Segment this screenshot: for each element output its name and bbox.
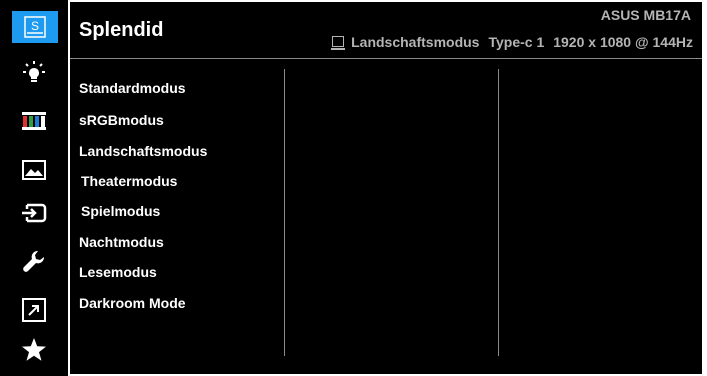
status-resolution: 1920 x 1080 @ 144Hz <box>553 34 693 50</box>
wrench-icon <box>23 250 45 272</box>
splendid-icon: S <box>24 16 46 38</box>
menu-item-spielmodus[interactable]: Spielmodus <box>81 203 160 219</box>
sidebar-item-color[interactable] <box>10 104 58 138</box>
main-panel: Splendid ASUS MB17A Landschaftsmodus Typ… <box>70 2 702 374</box>
color-bars-icon <box>22 112 46 130</box>
page-title: Splendid <box>79 19 164 41</box>
input-select-icon <box>22 203 47 223</box>
menu-item-theatermodus[interactable]: Theatermodus <box>81 173 177 189</box>
menu-item-standardmodus[interactable]: Standardmodus <box>79 80 186 96</box>
brightness-icon <box>23 61 45 82</box>
status-mode: Landschaftsmodus <box>351 34 480 50</box>
status-input: Type-c 1 <box>488 34 545 50</box>
column-divider-1 <box>284 69 285 356</box>
sidebar-item-favorite[interactable] <box>10 333 58 367</box>
menu-item-lesemodus[interactable]: Lesemodus <box>79 264 157 280</box>
sidebar-item-input[interactable] <box>10 196 58 230</box>
splendid-icon-label: S <box>31 19 39 33</box>
osd-window: S Splendid ASUS MB17A Landschaftsmodus T… <box>0 0 707 376</box>
sidebar-item-system[interactable] <box>10 244 58 278</box>
menu-item-nachtmodus[interactable]: Nachtmodus <box>79 234 164 250</box>
menu-item-landschaftsmodus[interactable]: Landschaftsmodus <box>79 143 207 159</box>
column-divider-2 <box>498 69 499 356</box>
sidebar-item-splendid[interactable]: S <box>12 11 58 43</box>
header-divider <box>70 58 702 59</box>
menu-item-srgbmodus[interactable]: sRGBmodus <box>79 112 164 128</box>
favorite-star-icon <box>22 338 46 361</box>
image-icon <box>22 160 46 180</box>
sidebar-item-brightness[interactable] <box>10 56 58 90</box>
status-bar: Landschaftsmodus Type-c 1 1920 x 1080 @ … <box>323 34 693 50</box>
sidebar-item-image[interactable] <box>10 153 58 187</box>
sidebar: S <box>0 0 68 376</box>
shortcut-icon <box>22 298 46 322</box>
monitor-icon <box>331 35 346 50</box>
sidebar-item-shortcut[interactable] <box>10 293 58 327</box>
menu-item-darkroom-mode[interactable]: Darkroom Mode <box>79 295 186 311</box>
model-name: ASUS MB17A <box>600 7 691 23</box>
